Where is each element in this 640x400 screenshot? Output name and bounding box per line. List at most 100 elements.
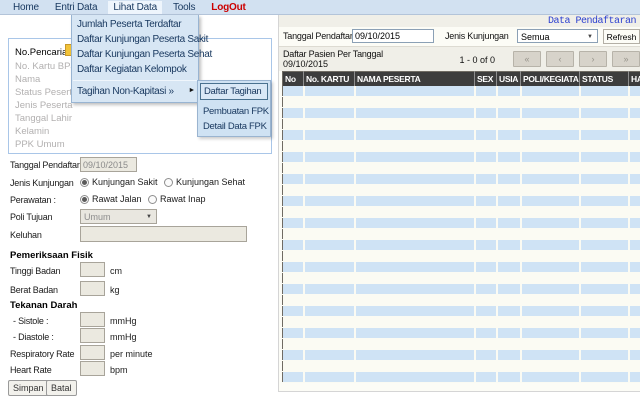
table-row bbox=[283, 240, 640, 251]
menu-lihat-data[interactable]: Lihat Data bbox=[108, 1, 162, 14]
field-label-nama: Nama bbox=[15, 74, 40, 85]
radio-rawat-jalan[interactable]: Rawat Jalan bbox=[80, 194, 142, 204]
table-row bbox=[283, 119, 640, 130]
menu-tools[interactable]: Tools bbox=[168, 1, 200, 14]
diastole-input[interactable] bbox=[80, 328, 105, 343]
menu-item-daftar-kunjungan-peserta-sakit[interactable]: Daftar Kunjungan Peserta Sakit bbox=[72, 32, 198, 47]
menu-item-pembuatan-fpk[interactable]: Pembuatan FPK bbox=[200, 104, 268, 119]
pemeriksaan-fisik-header: Pemeriksaan Fisik bbox=[10, 250, 93, 261]
tanggal-pendaftaran-label: Tanggal Pendaftaran bbox=[10, 160, 89, 170]
jenis-kunjungan-filter-select[interactable]: Semua ▼ bbox=[517, 29, 598, 43]
radio-kunjungan-sakit[interactable]: Kunjungan Sakit bbox=[80, 177, 158, 187]
tinggi-badan-input[interactable] bbox=[80, 262, 105, 277]
tanggal-pendaftaran-filter-input[interactable] bbox=[352, 29, 434, 43]
column-header: SEX bbox=[475, 72, 497, 87]
berat-badan-unit: kg bbox=[110, 285, 120, 295]
patient-table: NoNo. KARTUNAMA PESERTASEXUSIAPOLI/KEGIA… bbox=[282, 71, 640, 383]
radio-icon bbox=[80, 178, 89, 187]
last-page-button[interactable]: » bbox=[612, 51, 640, 67]
menu-logout[interactable]: LogOut bbox=[206, 1, 250, 14]
sistole-label: - Sistole : bbox=[13, 316, 48, 326]
table-row bbox=[283, 185, 640, 196]
respiratory-rate-unit: per minute bbox=[110, 349, 153, 359]
tanggal-pendaftaran-filter-label: Tanggal Pendaftaran bbox=[283, 31, 362, 41]
menu-item-jumlah-peserta-terdaftar[interactable]: Jumlah Peserta Terdaftar bbox=[72, 17, 198, 32]
chevron-down-icon: ▼ bbox=[146, 214, 152, 220]
heart-rate-input[interactable] bbox=[80, 361, 105, 376]
list-date: 09/10/2015 bbox=[283, 59, 328, 69]
refresh-button[interactable]: Refresh bbox=[603, 29, 640, 44]
submenu-arrow-icon: ► bbox=[188, 87, 195, 94]
poli-tujuan-label: Poli Tujuan bbox=[10, 212, 52, 222]
radio-icon bbox=[80, 195, 89, 204]
radio-label: Rawat Inap bbox=[160, 194, 206, 204]
column-header: STATUS bbox=[580, 72, 629, 87]
jenis-kunjungan-filter-label: Jenis Kunjungan bbox=[445, 31, 509, 41]
column-header: No bbox=[283, 72, 304, 87]
berat-badan-input[interactable] bbox=[80, 281, 105, 296]
table-row bbox=[283, 262, 640, 273]
field-label-status-peserta: Status Peserta bbox=[15, 87, 77, 98]
radio-icon bbox=[164, 178, 173, 187]
table-row bbox=[283, 86, 640, 97]
radio-label: Kunjungan Sakit bbox=[92, 177, 158, 187]
table-row bbox=[283, 284, 640, 295]
table-row bbox=[283, 361, 640, 372]
diastole-label: - Diastole : bbox=[13, 332, 54, 342]
heart-rate-unit: bpm bbox=[110, 365, 128, 375]
table-row bbox=[283, 372, 640, 383]
chevron-down-icon: ▼ bbox=[587, 34, 593, 40]
respiratory-rate-input[interactable] bbox=[80, 345, 105, 360]
menu-item-tagihan-non-kapitasi[interactable]: Tagihan Non-Kapitasi » ► bbox=[72, 84, 198, 99]
berat-badan-label: Berat Badan bbox=[10, 285, 58, 295]
simpan-button[interactable]: Simpan bbox=[8, 380, 49, 396]
table-row bbox=[283, 273, 640, 284]
first-page-button[interactable]: « bbox=[513, 51, 541, 67]
menu-divider bbox=[73, 80, 197, 81]
list-header-bar: Daftar Pasien Per Tanggal 09/10/2015 1 -… bbox=[279, 46, 640, 71]
perawatan-label: Perawatan : bbox=[10, 195, 56, 205]
menu-item-daftar-tagihan[interactable]: Daftar Tagihan bbox=[200, 83, 268, 100]
keluhan-textarea[interactable] bbox=[80, 226, 247, 242]
select-value: Umum bbox=[84, 212, 111, 222]
diastole-unit: mmHg bbox=[110, 332, 137, 342]
respiratory-rate-label: Respiratory Rate bbox=[10, 349, 74, 359]
menu-home[interactable]: Home bbox=[8, 1, 44, 14]
table-row bbox=[283, 251, 640, 262]
table-row bbox=[283, 163, 640, 174]
next-page-button[interactable]: › bbox=[579, 51, 607, 67]
pagination-count: 1 - 0 of 0 bbox=[447, 55, 495, 65]
menu-entri-data[interactable]: Entri Data bbox=[50, 1, 102, 14]
panel-title: Data Pendaftaran bbox=[548, 16, 636, 27]
table-row bbox=[283, 317, 640, 328]
radio-icon bbox=[148, 195, 157, 204]
table-row bbox=[283, 328, 640, 339]
table-row bbox=[283, 174, 640, 185]
sistole-input[interactable] bbox=[80, 312, 105, 327]
radio-label: Kunjungan Sehat bbox=[176, 177, 245, 187]
jenis-kunjungan-label: Jenis Kunjungan bbox=[10, 178, 74, 188]
table-row bbox=[283, 152, 640, 163]
table-row bbox=[283, 295, 640, 306]
list-title: Daftar Pasien Per Tanggal bbox=[283, 49, 383, 59]
keluhan-row bbox=[0, 228, 278, 246]
select-value: Semua bbox=[521, 32, 550, 42]
poli-tujuan-select[interactable]: Umum ▼ bbox=[80, 209, 157, 224]
column-header: NAMA PESERTA bbox=[355, 72, 475, 87]
lihat-data-dropdown: Jumlah Peserta Terdaftar Daftar Kunjunga… bbox=[71, 15, 199, 103]
menu-item-daftar-kunjungan-peserta-sehat[interactable]: Daftar Kunjungan Peserta Sehat bbox=[72, 47, 198, 62]
data-pendaftaran-panel: Data Pendaftaran Tanggal Pendaftaran Jen… bbox=[278, 15, 640, 392]
sistole-unit: mmHg bbox=[110, 316, 137, 326]
batal-button[interactable]: Batal bbox=[46, 380, 77, 396]
menu-bar: Home Entri Data Lihat Data Tools LogOut bbox=[0, 0, 640, 15]
radio-kunjungan-sehat[interactable]: Kunjungan Sehat bbox=[164, 177, 245, 187]
menu-item-daftar-kegiatan-kelompok[interactable]: Daftar Kegiatan Kelompok bbox=[72, 62, 198, 77]
menu-item-label: Tagihan Non-Kapitasi » bbox=[77, 86, 174, 97]
menu-item-detail-data-fpk[interactable]: Detail Data FPK bbox=[200, 119, 268, 134]
field-label-jenis-peserta: Jenis Peserta bbox=[15, 100, 73, 111]
column-header: POLI/KEGIATAN bbox=[521, 72, 580, 87]
tanggal-pendaftaran-input[interactable] bbox=[80, 157, 137, 172]
column-header: USIA bbox=[497, 72, 521, 87]
radio-rawat-inap[interactable]: Rawat Inap bbox=[148, 194, 206, 204]
prev-page-button[interactable]: ‹ bbox=[546, 51, 574, 67]
